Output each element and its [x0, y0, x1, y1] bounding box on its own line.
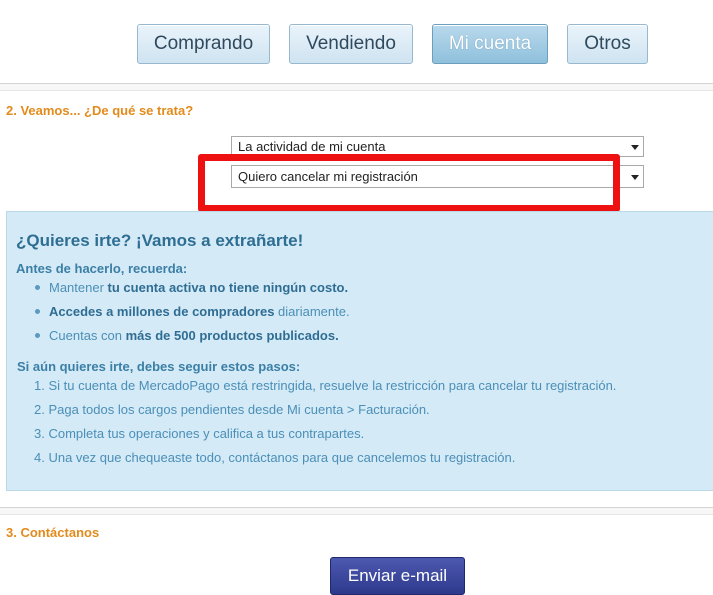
section-2-title: 2. Veamos... ¿De qué se trata?: [6, 103, 194, 118]
category-select-value: La actividad de mi cuenta: [238, 139, 386, 154]
step-item: 3. Completa tus operaciones y califica a…: [34, 426, 365, 441]
category-select[interactable]: La actividad de mi cuenta: [231, 136, 644, 157]
topic-select[interactable]: Quiero cancelar mi registración: [231, 165, 644, 188]
info-heading: ¿Quieres irte? ¡Vamos a extrañarte!: [16, 231, 304, 250]
bullet-item: Mantener tu cuenta activa no tiene ningú…: [35, 280, 348, 295]
steps-title: Si aún quieres irte, debes seguir estos …: [17, 359, 301, 374]
tab-otros[interactable]: Otros: [567, 24, 648, 64]
topic-select-value: Quiero cancelar mi registración: [238, 169, 418, 184]
divider: [0, 507, 713, 515]
bullet-item: Cuentas con más de 500 productos publica…: [35, 328, 339, 343]
send-email-button[interactable]: Enviar e-mail: [330, 557, 465, 595]
bullet-item: Accedes a millones de compradores diaria…: [35, 304, 350, 319]
tab-vendiendo[interactable]: Vendiendo: [289, 24, 413, 64]
top-clipped-strip: [0, 0, 713, 6]
step-item: 2. Paga todos los cargos pendientes desd…: [34, 402, 430, 417]
step-item: 4. Una vez que chequeaste todo, contácta…: [34, 450, 516, 465]
section-3-title: 3. Contáctanos: [6, 525, 100, 540]
tab-mi-cuenta[interactable]: Mi cuenta: [432, 24, 548, 64]
remember-title: Antes de hacerlo, recuerda:: [16, 261, 188, 276]
step-item: 1. Si tu cuenta de MercadoPago está rest…: [34, 378, 617, 393]
tab-comprando[interactable]: Comprando: [137, 24, 270, 64]
divider: [0, 83, 713, 91]
dropdown-arrow-icon: [631, 174, 639, 180]
bullet-icon: [35, 333, 40, 339]
bullet-icon: [35, 309, 40, 315]
dropdown-arrow-icon: [631, 144, 639, 150]
bullet-icon: [35, 285, 40, 291]
info-panel: ¿Quieres irte? ¡Vamos a extrañarte! Ante…: [6, 211, 713, 491]
